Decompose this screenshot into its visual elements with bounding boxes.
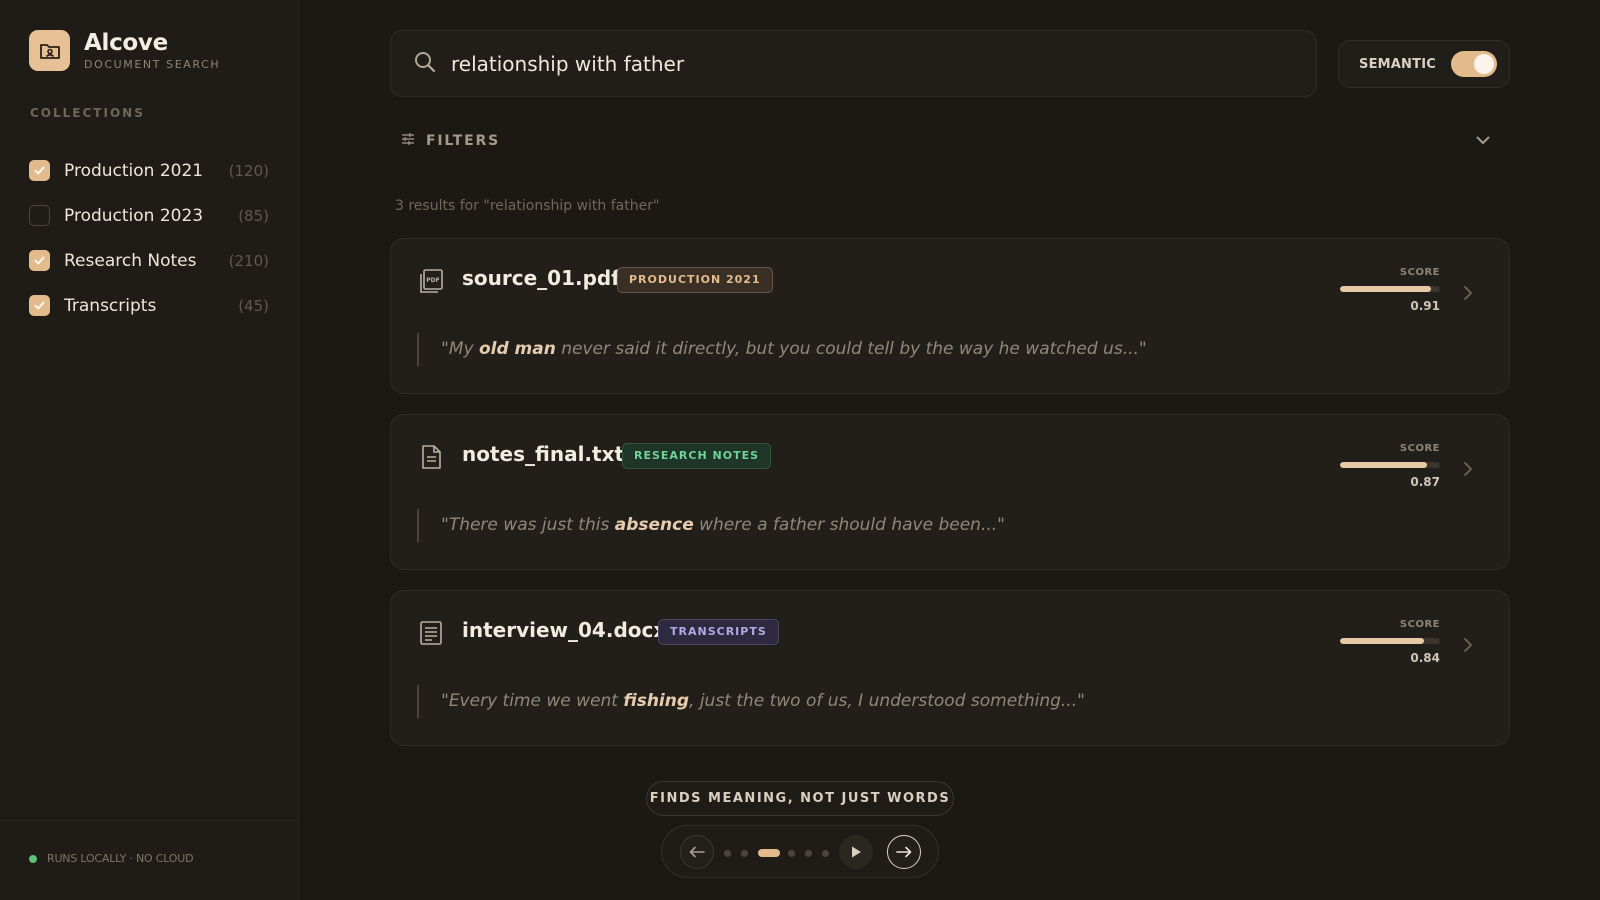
app-name: Alcove [84,30,168,56]
collection-tag: TRANSCRIPTS [658,619,779,645]
quote-bar [417,333,419,366]
score-bar [1340,638,1440,644]
sidebar-divider [0,820,299,821]
score-block: SCORE 0.84 [1340,619,1440,665]
search-icon [413,50,437,78]
snippet-text: never said it directly, but you could te… [555,339,1147,359]
result-filename[interactable]: interview_04.docx [462,618,666,642]
document-icon [417,619,445,651]
score-value: 0.91 [1410,299,1440,313]
pager-dot[interactable] [788,850,795,857]
collection-tag: RESEARCH NOTES [622,443,772,469]
chevron-down-icon[interactable] [1474,131,1492,153]
collection-count: (45) [238,296,269,315]
score-label: SCORE [1399,267,1440,278]
collection-label: Transcripts [64,295,157,316]
pager-dot[interactable] [805,850,812,857]
semantic-toggle-group[interactable]: SEMANTIC [1338,40,1510,88]
result-snippet: "My old man never said it directly, but … [441,339,1147,359]
collections-heading: COLLECTIONS [30,106,145,120]
score-bar [1340,286,1440,292]
score-fill [1340,638,1424,644]
quote-bar [417,685,419,718]
result-filename[interactable]: notes_final.txt [462,442,624,466]
collection-tag: PRODUCTION 2021 [617,267,773,293]
semantic-label: SEMANTIC [1359,56,1436,72]
search-bar[interactable] [390,30,1317,97]
chevron-right-icon[interactable] [1462,460,1474,482]
result-snippet: "Every time we went fishing, just the tw… [441,691,1085,711]
collection-count: (85) [238,206,269,225]
snippet-text: "Every time we went [441,691,624,711]
collection-item-production-2021[interactable]: Production 2021 (120) [29,148,269,193]
tagline-pill: FINDS MEANING, NOT JUST WORDS [646,781,954,816]
chevron-right-icon[interactable] [1462,636,1474,658]
score-value: 0.87 [1410,475,1440,489]
score-bar [1340,462,1440,468]
collection-item-research-notes[interactable]: Research Notes (210) [29,238,269,283]
arrow-left-icon[interactable] [680,835,714,869]
pager-dot-active[interactable] [758,849,780,857]
checkbox-checked[interactable] [29,160,50,181]
snippet-text: "There was just this [441,515,615,535]
snippet-highlight: absence [614,515,694,535]
score-fill [1340,286,1431,292]
collection-label: Research Notes [64,250,197,271]
filters-label: FILTERS [426,133,500,149]
quote-bar [417,509,419,542]
chevron-right-icon[interactable] [1462,284,1474,306]
pager-dot[interactable] [741,850,748,857]
collection-item-transcripts[interactable]: Transcripts (45) [29,283,269,328]
collection-count: (210) [228,251,269,270]
filters-toggle[interactable]: FILTERS [400,131,500,151]
text-file-icon [417,443,445,475]
svg-text:PDF: PDF [426,277,439,284]
collection-count: (120) [228,161,269,180]
pager-dot[interactable] [822,850,829,857]
slide-pager [661,825,939,878]
pdf-file-icon: PDF [417,267,445,299]
local-status: RUNS LOCALLY · NO CLOUD [29,852,194,865]
sliders-icon [400,131,416,151]
collections-list: Production 2021 (120) Production 2023 (8… [29,148,269,328]
search-input[interactable] [451,51,1271,76]
checkbox-unchecked[interactable] [29,205,50,226]
arrow-right-icon[interactable] [887,835,921,869]
snippet-highlight: old man [478,339,556,359]
result-card[interactable]: interview_04.docx TRANSCRIPTS SCORE 0.84… [390,590,1510,746]
results-summary: 3 results for "relationship with father" [395,198,660,214]
toggle-knob [1473,54,1494,74]
semantic-toggle[interactable] [1450,51,1497,77]
result-snippet: "There was just this absence where a fat… [441,515,1005,535]
score-value: 0.84 [1410,651,1440,665]
snippet-highlight: fishing [623,691,690,711]
sidebar: Alcove DOCUMENT SEARCH COLLECTIONS Produ… [0,0,299,900]
result-filename[interactable]: source_01.pdf [462,266,620,290]
collection-item-production-2023[interactable]: Production 2023 (85) [29,193,269,238]
score-label: SCORE [1399,619,1440,630]
score-block: SCORE 0.87 [1340,443,1440,489]
status-dot-icon [29,854,37,863]
local-status-text: RUNS LOCALLY · NO CLOUD [47,852,194,865]
pager-dot[interactable] [724,850,731,857]
score-block: SCORE 0.91 [1340,267,1440,313]
snippet-text: "My [441,339,479,359]
checkbox-checked[interactable] [29,295,50,316]
collection-label: Production 2021 [64,160,204,181]
app-subtitle: DOCUMENT SEARCH [84,58,221,71]
score-fill [1340,462,1427,468]
result-card[interactable]: notes_final.txt RESEARCH NOTES SCORE 0.8… [390,414,1510,570]
snippet-text: , just the two of us, I understood somet… [689,691,1085,711]
brand[interactable]: Alcove DOCUMENT SEARCH [29,30,220,71]
score-label: SCORE [1399,443,1440,454]
snippet-text: where a father should have been..." [693,515,1005,535]
checkbox-checked[interactable] [29,250,50,271]
play-icon[interactable] [839,835,873,869]
result-card[interactable]: PDF source_01.pdf PRODUCTION 2021 SCORE … [390,238,1510,394]
folder-user-icon [29,30,70,71]
collection-label: Production 2023 [64,205,204,226]
